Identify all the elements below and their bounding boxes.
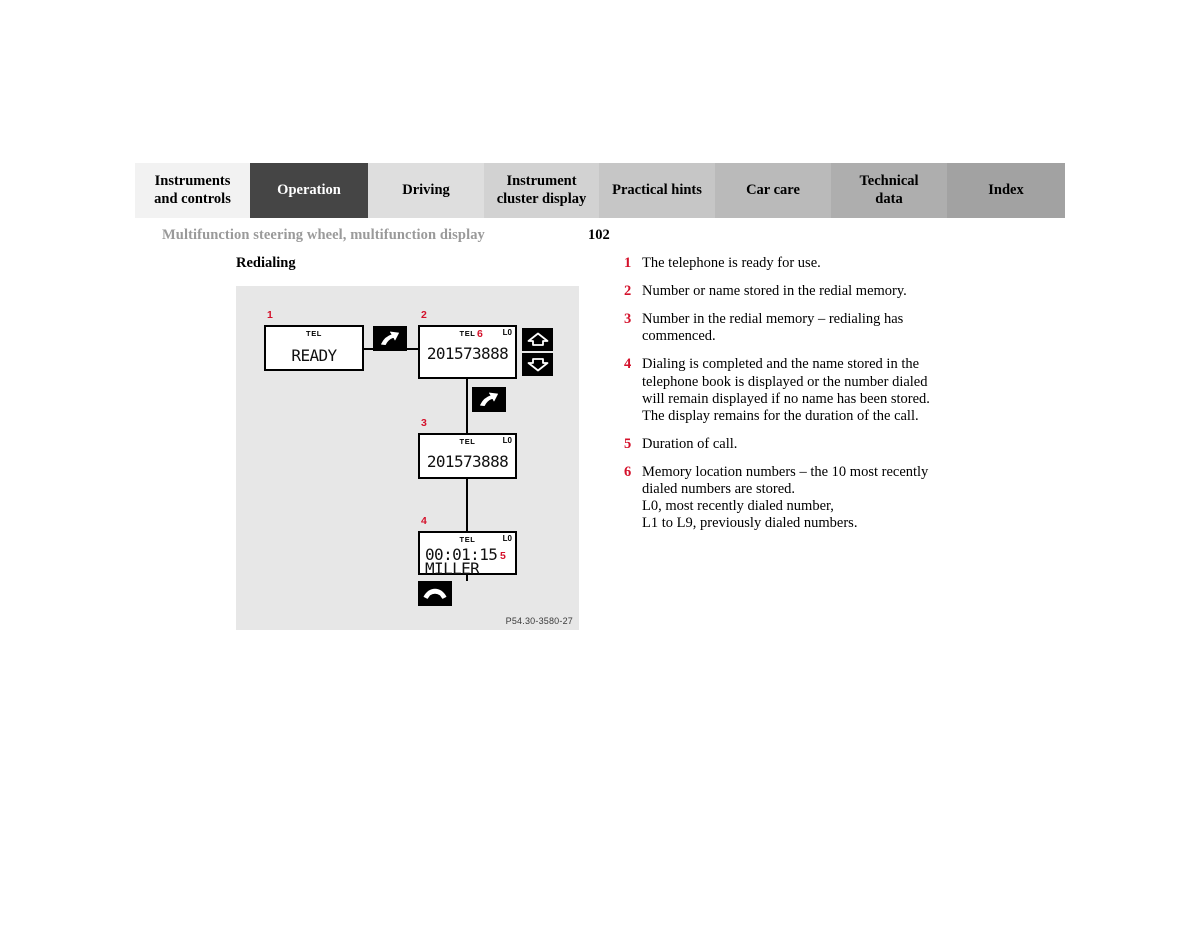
display-2-location: L0 xyxy=(502,328,512,337)
phone-offhook-icon[interactable] xyxy=(373,326,407,351)
display-box-2: TEL 6 L0 201573888 xyxy=(418,325,517,379)
callout-3: 3 xyxy=(421,417,427,429)
legend-text: The telephone is ready for use. xyxy=(642,255,821,271)
tab-instruments-and-controls[interactable]: Instruments and controls xyxy=(135,163,250,218)
display-3-tel-label: TEL xyxy=(459,437,476,446)
display-1-tel-label: TEL xyxy=(306,329,322,338)
list-item: 2 Number or name stored in the redial me… xyxy=(624,283,964,300)
connector-box2-box3 xyxy=(466,379,468,434)
callout-6: 6 xyxy=(477,328,483,340)
legend-text: Memory location numbers – the 10 most re… xyxy=(642,463,929,532)
callout-2: 2 xyxy=(421,309,427,321)
display-3-location: L0 xyxy=(502,436,512,445)
tab-instrument-cluster-display[interactable]: Instrument cluster display xyxy=(484,163,599,218)
section-tab-bar: Instruments and controls Operation Drivin… xyxy=(135,163,1065,218)
legend-text: Dialing is completed and the name stored… xyxy=(642,356,930,424)
callout-5: 5 xyxy=(500,550,506,562)
list-item: 5 Duration of call. xyxy=(624,436,964,453)
display-box-3: TEL L0 201573888 xyxy=(418,433,517,479)
list-item: 1 The telephone is ready for use. xyxy=(624,255,964,272)
tab-technical-data[interactable]: Technical data xyxy=(831,163,947,218)
display-box-4: TEL L0 00:01:15 5 MILLER xyxy=(418,531,517,578)
arrow-down-icon[interactable] xyxy=(522,353,553,376)
connector-box3-box4 xyxy=(466,479,468,531)
legend-number: 2 xyxy=(624,283,632,300)
tab-index[interactable]: Index xyxy=(947,163,1065,218)
callout-1: 1 xyxy=(267,309,273,321)
page-number: 102 xyxy=(588,227,610,243)
display-2-value: 201573888 xyxy=(426,344,509,363)
list-item: 6 Memory location numbers – the 10 most … xyxy=(624,464,964,532)
phone-onhook-icon[interactable] xyxy=(418,581,452,606)
page-title: Redialing xyxy=(236,255,296,271)
legend-number: 6 xyxy=(624,463,632,480)
legend-number: 3 xyxy=(624,311,632,328)
display-4-tel-label: TEL xyxy=(459,535,476,544)
list-item: 3 Number in the redial memory – redialin… xyxy=(624,311,964,345)
list-item: 4 Dialing is completed and the name stor… xyxy=(624,356,964,424)
legend-number: 4 xyxy=(624,356,632,373)
phone-offhook-icon-2[interactable] xyxy=(472,387,506,412)
display-4-location: L0 xyxy=(502,534,512,543)
display-box-1: TEL READY xyxy=(264,325,364,371)
legend-text: Duration of call. xyxy=(642,435,738,452)
callout-4: 4 xyxy=(421,515,427,527)
legend-list: 1 The telephone is ready for use. 2 Numb… xyxy=(624,255,964,543)
tab-practical-hints[interactable]: Practical hints xyxy=(599,163,715,218)
tab-operation[interactable]: Operation xyxy=(250,163,368,218)
display-3-value: 201573888 xyxy=(426,452,509,471)
figure-caption: P54.30-3580-27 xyxy=(505,616,573,626)
legend-text: Number or name stored in the redial memo… xyxy=(642,283,907,300)
legend-text: Number in the redial memory – redialing … xyxy=(642,311,904,345)
figure-redialing-flow: 1 TEL READY 2 TEL 6 L0 201573888 3 TEL L… xyxy=(236,286,579,630)
display-4-name: MILLER xyxy=(425,559,480,578)
legend-number: 5 xyxy=(624,435,632,452)
legend-number: 1 xyxy=(624,255,632,271)
running-head: Multifunction steering wheel, multifunct… xyxy=(162,227,485,243)
tab-car-care[interactable]: Car care xyxy=(715,163,831,218)
display-2-tel-label: TEL xyxy=(459,329,476,338)
arrow-up-icon[interactable] xyxy=(522,328,553,351)
display-1-value: READY xyxy=(291,346,337,365)
tab-driving[interactable]: Driving xyxy=(368,163,484,218)
